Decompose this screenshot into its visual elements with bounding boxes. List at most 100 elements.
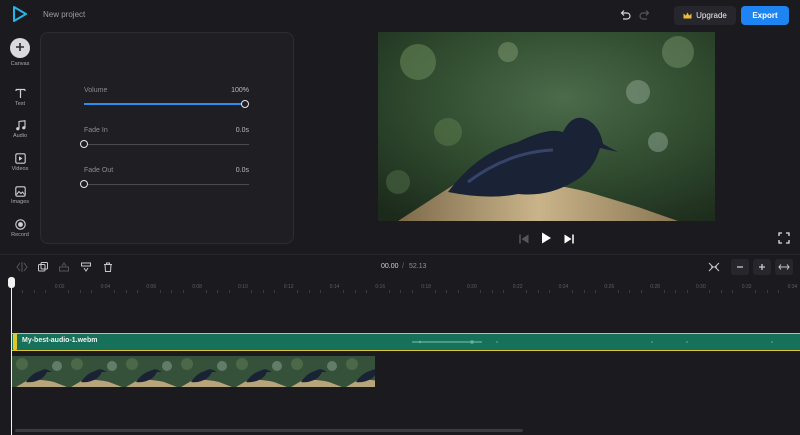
sidebar-item-text[interactable]: Text: [0, 88, 40, 107]
ruler-minor-tick: [308, 290, 310, 293]
trim-button[interactable]: [56, 260, 72, 274]
app-logo-icon[interactable]: [13, 6, 27, 22]
undo-icon[interactable]: [619, 9, 631, 21]
ruler-tick-label: 0:20: [467, 284, 477, 290]
ruler-minor-tick: [629, 290, 631, 293]
ruler-tick-label: 0:14: [329, 284, 340, 290]
skip-forward-icon[interactable]: [563, 233, 575, 245]
ruler-minor-tick: [480, 290, 482, 293]
fit-timeline-button[interactable]: [706, 260, 722, 274]
play-icon[interactable]: [540, 232, 552, 244]
trash-icon: [104, 262, 112, 272]
video-icon: [14, 153, 26, 164]
zoom-in-button[interactable]: [753, 259, 771, 275]
volume-value: 100%: [231, 87, 249, 94]
fade-in-slider-handle[interactable]: [80, 140, 88, 148]
ruler-minor-tick: [79, 290, 81, 293]
ruler-minor-tick: [320, 290, 322, 293]
video-clip[interactable]: [12, 356, 375, 387]
minus-icon: [737, 266, 743, 268]
sidebar-item-videos[interactable]: Videos: [0, 153, 40, 172]
ruler-minor-tick: [755, 290, 757, 293]
redo-icon[interactable]: [639, 9, 651, 21]
timeline-scrollbar[interactable]: [15, 429, 523, 432]
ruler-minor-tick: [228, 290, 230, 293]
ruler-minor-tick: [503, 290, 505, 293]
skip-back-icon[interactable]: [518, 233, 530, 245]
ruler-minor-tick: [766, 290, 768, 293]
ruler-tick-label: 0:02: [54, 284, 65, 290]
expand-timeline-button[interactable]: [775, 259, 793, 275]
playhead-handle[interactable]: [8, 277, 15, 288]
ruler-minor-tick: [720, 290, 722, 293]
text-icon: [14, 88, 26, 98]
ruler-minor-tick: [457, 290, 459, 293]
ruler-minor-tick: [434, 290, 436, 293]
ruler-minor-tick: [159, 290, 161, 293]
ruler-minor-tick: [526, 290, 528, 293]
fade-in-track[interactable]: [84, 144, 249, 145]
ruler-minor-tick: [491, 290, 493, 293]
current-time: 00.00: [381, 263, 399, 270]
ruler-tick-label: 0:34: [787, 284, 798, 290]
split-button[interactable]: [14, 260, 30, 274]
fullscreen-icon[interactable]: [778, 232, 790, 244]
trim-icon: [59, 262, 69, 272]
ruler-tick-label: 0:24: [558, 284, 569, 290]
sidebar-item-label: Record: [11, 232, 29, 238]
project-title[interactable]: New project: [43, 10, 85, 19]
ruler-minor-tick: [411, 290, 413, 293]
plus-icon: [759, 264, 765, 270]
ruler-tick-label: 0:12: [283, 284, 294, 290]
ruler-minor-tick: [182, 290, 184, 293]
video-thumbnail: [342, 356, 375, 387]
image-icon: [14, 186, 26, 197]
ruler-tick-label: 0:18: [421, 284, 431, 290]
ruler-minor-tick: [251, 290, 253, 293]
delete-button[interactable]: [100, 260, 116, 274]
time-separator: /: [402, 263, 404, 270]
export-button[interactable]: Export: [741, 6, 789, 25]
ruler-minor-tick: [217, 290, 219, 293]
ruler-minor-tick: [640, 290, 642, 293]
ruler-minor-tick: [297, 290, 299, 293]
volume-slider-handle[interactable]: [241, 100, 249, 108]
upgrade-button[interactable]: Upgrade: [674, 6, 736, 25]
sidebar-item-canvas[interactable]: Canvas: [0, 38, 40, 67]
video-thumbnail: [122, 356, 177, 387]
ruler-tick-label: 0:06: [146, 284, 157, 290]
zoom-out-button[interactable]: [731, 259, 749, 275]
fade-out-track[interactable]: [84, 184, 249, 185]
audio-clip[interactable]: [12, 333, 800, 351]
ruler-minor-tick: [68, 290, 70, 293]
volume-label: Volume: [84, 87, 108, 94]
video-preview[interactable]: [378, 32, 715, 221]
ruler-minor-tick: [400, 290, 402, 293]
duplicate-button[interactable]: [35, 260, 51, 274]
ruler-tick-label: 0:10: [238, 284, 248, 290]
fit-arrows-icon: [708, 262, 720, 272]
timeline-toolbar: [0, 254, 800, 280]
sidebar-item-label: Audio: [12, 133, 28, 139]
audio-clip-trim-handle[interactable]: [13, 333, 17, 350]
ruler-tick-label: 0:16: [375, 284, 386, 290]
sidebar-item-images[interactable]: Images: [0, 186, 40, 205]
sidebar-item-label: Images: [10, 199, 30, 205]
sidebar-item-label: Videos: [11, 166, 29, 172]
ruler-tick-label: 0:04: [100, 284, 111, 290]
crop-button[interactable]: [78, 260, 94, 274]
duplicate-icon: [38, 262, 48, 272]
crow-image: [378, 32, 715, 221]
ruler-minor-tick: [446, 290, 448, 293]
video-thumbnail: [12, 356, 67, 387]
sidebar-item-record[interactable]: Record: [0, 219, 40, 238]
ruler-minor-tick: [136, 290, 138, 293]
sidebar-item-audio[interactable]: Audio: [0, 120, 40, 139]
ruler-minor-tick: [91, 290, 93, 293]
video-thumbnail: [287, 356, 342, 387]
ruler-minor-tick: [709, 290, 711, 293]
split-icon: [16, 262, 28, 272]
fade-out-slider-handle[interactable]: [80, 180, 88, 188]
ruler-tick-label: 0:22: [512, 284, 523, 290]
ruler-minor-tick: [778, 290, 780, 293]
